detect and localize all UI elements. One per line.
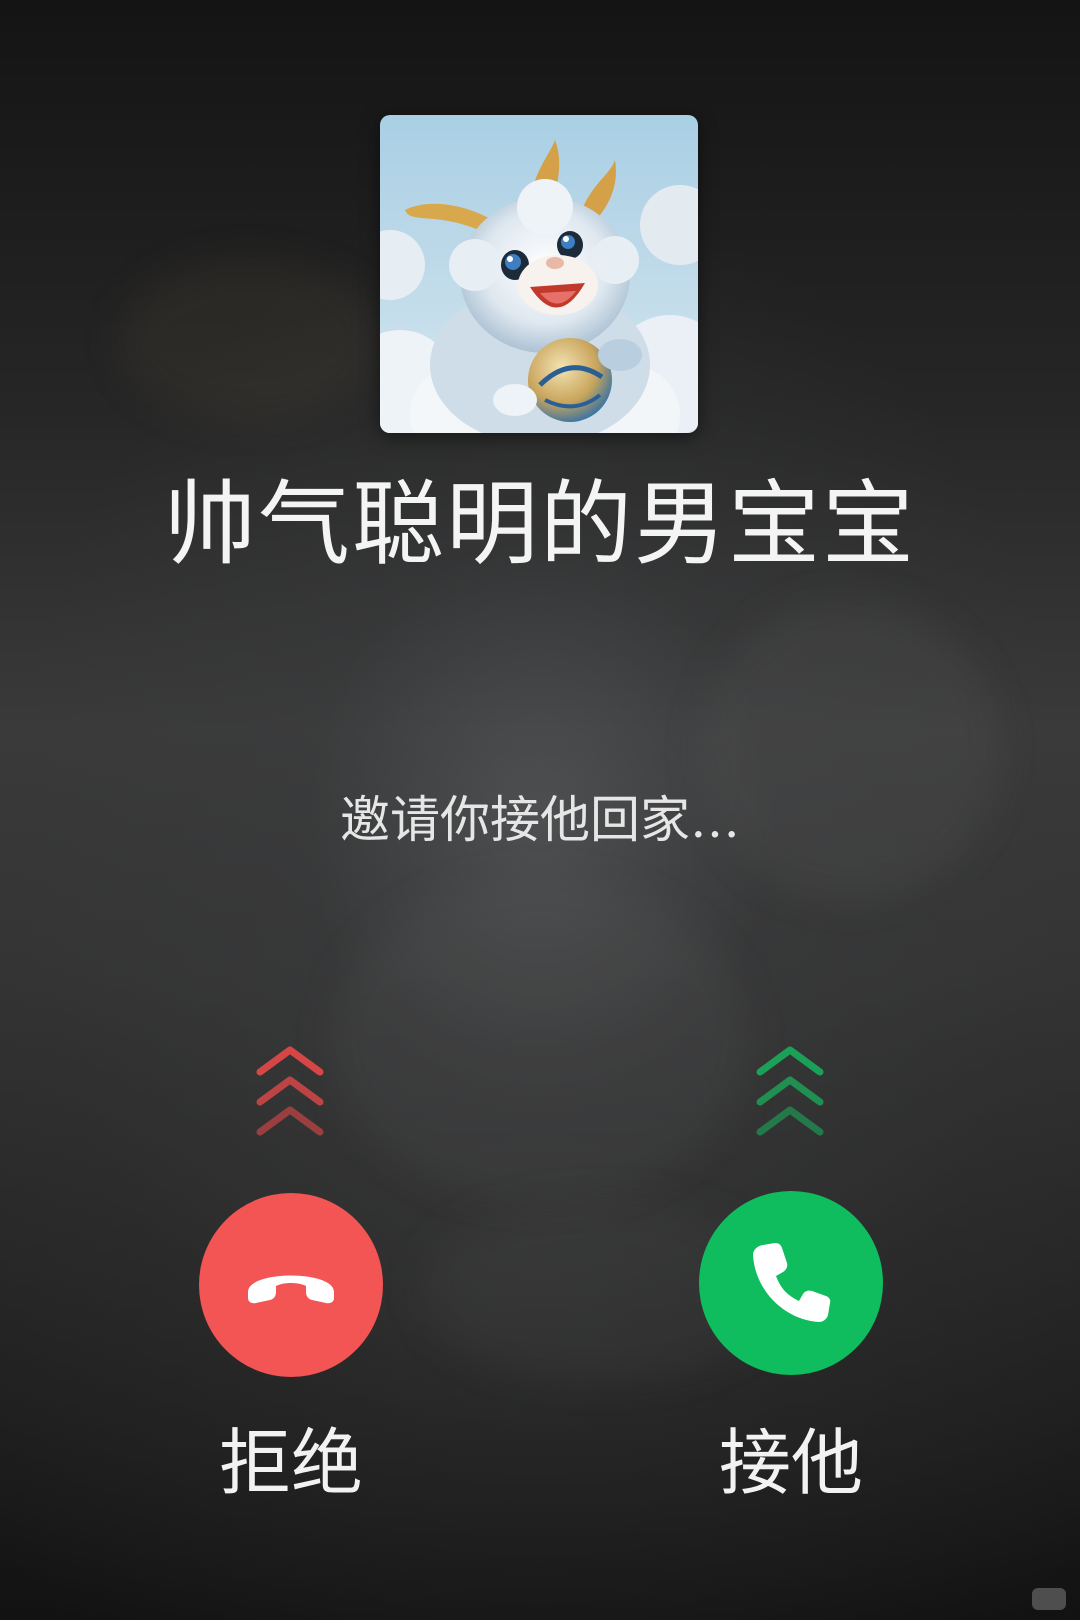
app-watermark-icon [1032,1588,1066,1610]
accept-swipe-hint [750,1040,830,1150]
chevron-up-icon [256,1046,324,1136]
phone-icon [753,1243,831,1322]
dragon-avatar-icon [380,115,698,433]
caller-avatar [380,115,698,433]
decline-call-button[interactable] [199,1193,383,1377]
phone-hangup-icon [248,1275,334,1304]
caller-name: 帅气聪明的男宝宝 [163,471,916,578]
decline-label: 拒绝 [218,1421,363,1505]
background-decoration [120,260,380,420]
accept-call-button[interactable] [699,1191,883,1375]
decline-swipe-hint [250,1040,330,1150]
chevron-up-icon [756,1046,824,1136]
incoming-call-screen: 帅气聪明的男宝宝 邀请你接他回家… 拒绝 接他 [0,0,1080,1620]
call-status-text: 邀请你接他回家… [340,791,740,849]
background-decoration [700,600,1000,900]
background-decoration [330,880,750,1200]
accept-label: 接他 [718,1421,863,1505]
